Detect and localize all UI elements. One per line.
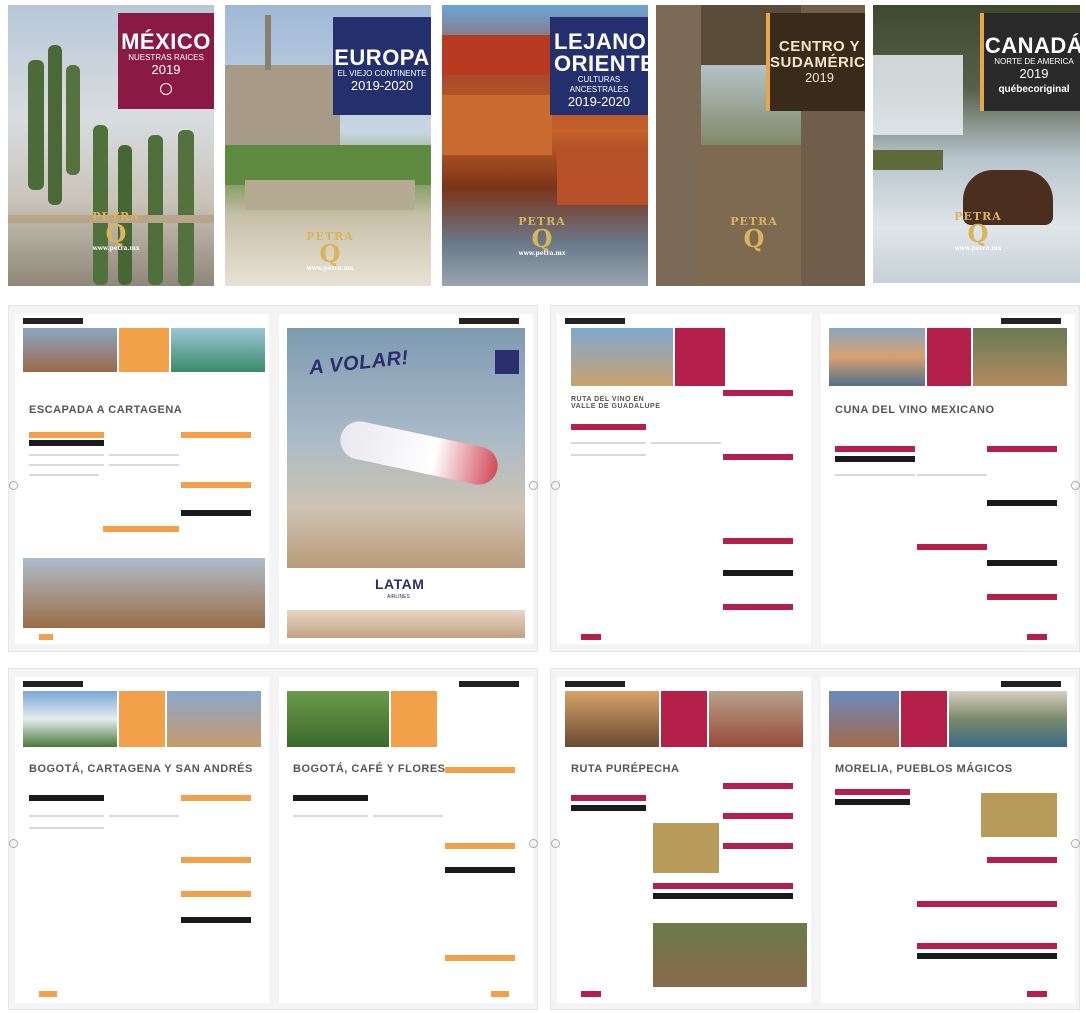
- cover-title: CENTRO Y SUDAMÉRICA: [770, 38, 865, 71]
- photo-monument: [565, 691, 659, 747]
- emblem-icon: [160, 83, 172, 95]
- promo-box: [653, 823, 719, 873]
- spread-purepecha[interactable]: RUTA PURÉPECHA MORELIA, PUEBLOS MÁGICOS: [550, 668, 1080, 1010]
- ad-brand: LATAM: [375, 576, 425, 592]
- cover-year: 2019: [1019, 66, 1049, 81]
- cover-title: MÉXICO: [121, 29, 211, 54]
- photo-sunset: [829, 328, 925, 386]
- petra-logo: PETRA Q www.petra.mx: [306, 230, 354, 272]
- page-left: ESCAPADA A CARTAGENA: [15, 314, 269, 644]
- cover-title-box: EUROPA EL VIEJO CONTINENTE 2019-2020: [333, 17, 431, 115]
- cover-title: LEJANO ORIENTE: [554, 29, 648, 76]
- cover-title-box: CENTRO Y SUDAMÉRICA 2019: [766, 13, 865, 111]
- spread-bogota[interactable]: BOGOTÁ, CARTAGENA Y SAN ANDRÉS BOGOTÁ, C…: [8, 668, 538, 1010]
- section-tag: [901, 691, 947, 747]
- ad-footer-photo: [287, 610, 525, 638]
- cover-canada[interactable]: CANADÁ NORTE DE AMERICA 2019 québecorigi…: [873, 5, 1080, 283]
- photo-aerial: [653, 923, 807, 987]
- petra-logo: PETRA Q www.petra.mx: [954, 210, 1002, 252]
- photo-people: [973, 328, 1067, 386]
- photo-lake: [949, 691, 1067, 747]
- page-right-ad: A VOLAR! LATAM AIRLINES: [279, 314, 533, 644]
- spread-vino[interactable]: RUTA DEL VINO EN VALLE DE GUADALUPE CUNA…: [550, 305, 1080, 652]
- photo-woman: [709, 691, 803, 747]
- page-right: CUNA DEL VINO MEXICANO: [821, 314, 1075, 644]
- promo-box: [981, 793, 1057, 837]
- page-right: BOGOTÁ, CAFÉ Y FLORES: [279, 677, 533, 1003]
- cover-year: 2019-2020: [350, 78, 414, 93]
- cover-europa[interactable]: EUROPA EL VIEJO CONTINENTE 2019-2020 PET…: [225, 5, 431, 286]
- page-heading: MORELIA, PUEBLOS MÁGICOS: [835, 763, 1013, 775]
- spread-cartagena[interactable]: ESCAPADA A CARTAGENA A VOLAR! LATAM AIRL…: [8, 305, 538, 652]
- cover-year: 2019-2020: [567, 94, 631, 109]
- photo-cathedral: [829, 691, 899, 747]
- section-tag: [675, 328, 725, 386]
- quebec-brand: québecoriginal: [998, 84, 1070, 95]
- section-tag: [927, 328, 971, 386]
- page-left: BOGOTÁ, CARTAGENA Y SAN ANDRÉS: [15, 677, 269, 1003]
- page-left: RUTA PURÉPECHA: [557, 677, 811, 1003]
- cover-subtitle: CULTURAS ANCESTRALES: [569, 75, 629, 94]
- latam-badge: [495, 350, 519, 374]
- ad-brand-sub: AIRLINES: [387, 594, 410, 600]
- section-tag: [661, 691, 707, 747]
- page-heading: RUTA PURÉPECHA: [571, 763, 680, 775]
- cover-title-box: CANADÁ NORTE DE AMERICA 2019 québecorigi…: [980, 13, 1080, 111]
- cover-mexico[interactable]: MÉXICO NUESTRAS RAICES 2019 PETRA Q www.…: [8, 5, 214, 286]
- cover-year: 2019: [151, 62, 181, 77]
- page-heading: BOGOTÁ, CAFÉ Y FLORES: [293, 763, 446, 775]
- photo-island: [171, 328, 265, 372]
- photo-church: [167, 691, 261, 747]
- cover-year: 2019: [805, 70, 834, 85]
- photo-fort: [23, 328, 117, 372]
- page-right: MORELIA, PUEBLOS MÁGICOS: [821, 677, 1075, 1003]
- cover-title: CANADÁ: [984, 33, 1080, 58]
- page-heading: RUTA DEL VINO EN VALLE DE GUADALUPE: [571, 396, 661, 410]
- page-heading: CUNA DEL VINO MEXICANO: [835, 404, 995, 416]
- petra-logo: PETRA Q www.petra.mx: [518, 215, 566, 257]
- cover-centro-sudamerica[interactable]: CENTRO Y SUDAMÉRICA 2019 PETRA Q: [656, 5, 865, 286]
- section-tag: [391, 691, 437, 747]
- photo-palms: [23, 691, 117, 747]
- section-tag: [119, 328, 169, 372]
- cover-title-box: LEJANO ORIENTE CULTURAS ANCESTRALES 2019…: [550, 17, 648, 115]
- page-left: RUTA DEL VINO EN VALLE DE GUADALUPE: [557, 314, 811, 644]
- photo-city: [23, 558, 265, 628]
- photo-vineyard: [571, 328, 673, 386]
- petra-logo: PETRA Q www.petra.mx: [92, 210, 140, 252]
- cover-title: EUROPA: [334, 45, 430, 70]
- page-heading: ESCAPADA A CARTAGENA: [29, 404, 183, 416]
- section-tag: [119, 691, 165, 747]
- petra-logo: PETRA Q: [730, 215, 778, 253]
- cover-lejano-oriente[interactable]: LEJANO ORIENTE CULTURAS ANCESTRALES 2019…: [442, 5, 648, 286]
- photo-coffee: [287, 691, 389, 747]
- cover-title-box: MÉXICO NUESTRAS RAICES 2019: [118, 13, 214, 109]
- page-heading: BOGOTÁ, CARTAGENA Y SAN ANDRÉS: [29, 763, 253, 775]
